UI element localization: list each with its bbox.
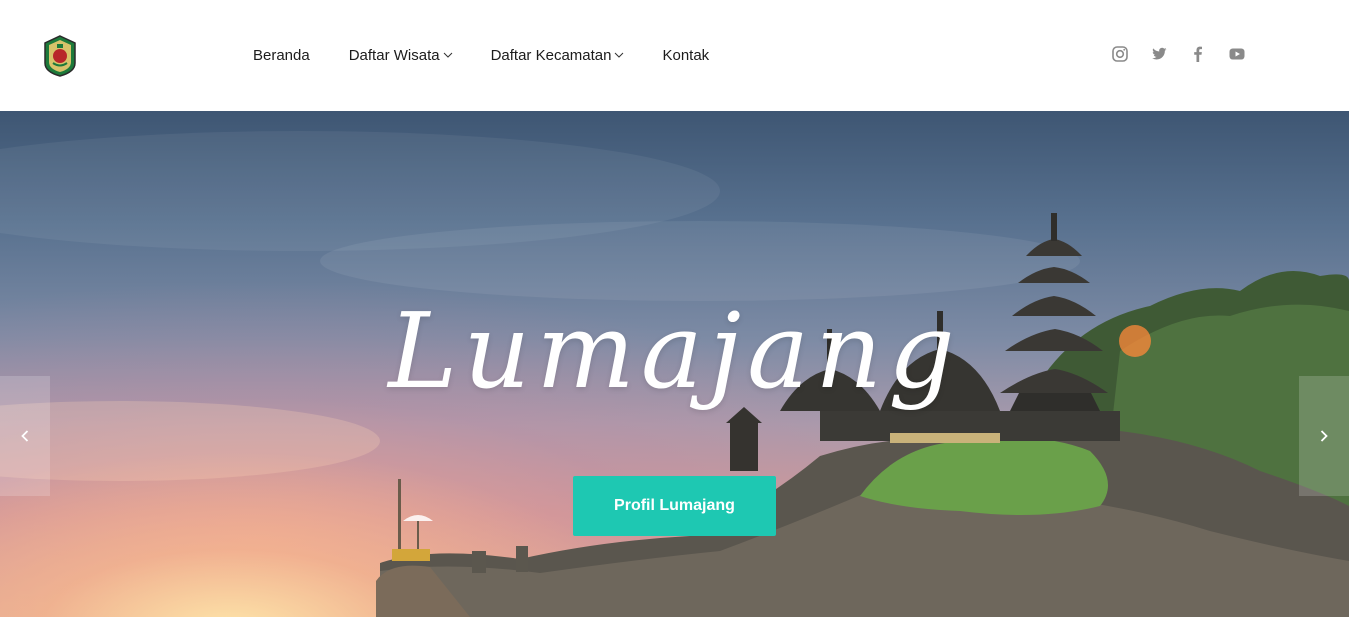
youtube-icon[interactable] <box>1228 45 1246 63</box>
carousel-next-button[interactable] <box>1299 376 1349 496</box>
nav-beranda[interactable]: Beranda <box>253 47 310 64</box>
site-header: Beranda Daftar Wisata Daftar Kecamatan K… <box>0 0 1349 111</box>
instagram-icon[interactable] <box>1111 45 1129 63</box>
facebook-icon[interactable] <box>1189 45 1207 63</box>
chevron-left-icon <box>21 430 29 442</box>
nav-kontak-label: Kontak <box>662 46 710 64</box>
chevron-down-icon <box>615 52 624 58</box>
nav-daftar-kecamatan-label: Daftar Kecamatan <box>490 46 612 64</box>
crest-logo-icon[interactable] <box>44 35 76 77</box>
social-links <box>1111 45 1246 63</box>
nav-beranda-label: Beranda <box>253 46 310 64</box>
carousel-prev-button[interactable] <box>0 376 50 496</box>
chevron-right-icon <box>1320 430 1328 442</box>
nav-kontak[interactable]: Kontak <box>662 47 709 64</box>
hero-title: Lumajang <box>388 290 961 412</box>
main-nav: Beranda Daftar Wisata Daftar Kecamatan K… <box>253 44 709 66</box>
profil-lumajang-button[interactable]: Profil Lumajang <box>573 476 776 536</box>
twitter-icon[interactable] <box>1150 45 1168 63</box>
nav-daftar-wisata-label: Daftar Wisata <box>348 46 440 64</box>
chevron-down-icon <box>443 52 452 58</box>
hero-slider: Lumajang Profil Lumajang <box>0 111 1349 617</box>
nav-daftar-wisata[interactable]: Daftar Wisata <box>349 47 453 64</box>
nav-daftar-kecamatan[interactable]: Daftar Kecamatan <box>491 47 625 64</box>
